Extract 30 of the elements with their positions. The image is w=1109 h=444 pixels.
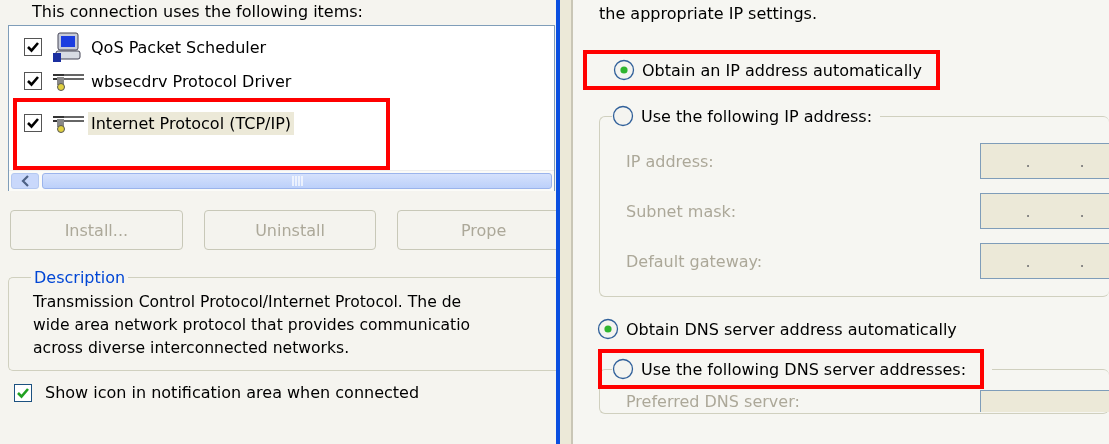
grip-icon <box>291 175 303 187</box>
checkbox[interactable] <box>24 72 42 90</box>
list-item[interactable]: Internet Protocol (TCP/IP) <box>88 111 295 135</box>
field-label: Preferred DNS server: <box>626 391 800 411</box>
network-cable-icon <box>52 113 84 133</box>
field-label: Subnet mask: <box>626 201 737 221</box>
radio-label[interactable]: Obtain an IP address automatically <box>642 60 922 80</box>
items-heading: This connection uses the following items: <box>32 2 364 22</box>
field-label: Default gateway: <box>626 251 763 271</box>
list-item[interactable]: wbsecdrv Protocol Driver <box>88 69 295 93</box>
checkbox-label: Show icon in notification area when connected <box>45 383 420 403</box>
network-cable-icon <box>52 71 84 91</box>
description-text: Transmission Control Protocol/Internet Protocol. The de wide area network protocol that provides communicatio across diverse interconnected networks. <box>33 292 472 359</box>
group-title: Description <box>33 268 127 287</box>
radio-button[interactable] <box>613 59 635 81</box>
radio-button[interactable] <box>612 358 634 380</box>
intro-text: the appropriate IP settings. <box>599 4 818 24</box>
radio-button[interactable] <box>597 318 619 340</box>
scroll-left-button[interactable] <box>11 173 39 189</box>
radio-label[interactable]: Use the following IP address: <box>641 106 873 126</box>
computer-icon <box>52 31 84 63</box>
checkbox[interactable] <box>24 38 42 56</box>
chevron-left-icon <box>19 174 31 188</box>
field-label: IP address: <box>626 151 714 171</box>
list-item[interactable]: QoS Packet Scheduler <box>88 35 270 59</box>
checkbox[interactable] <box>24 114 42 132</box>
radio-button[interactable] <box>612 105 634 127</box>
checkbox[interactable] <box>14 384 32 402</box>
radio-label[interactable]: Obtain DNS server address automatically <box>626 319 957 339</box>
scrollbar-thumb[interactable] <box>42 173 552 189</box>
